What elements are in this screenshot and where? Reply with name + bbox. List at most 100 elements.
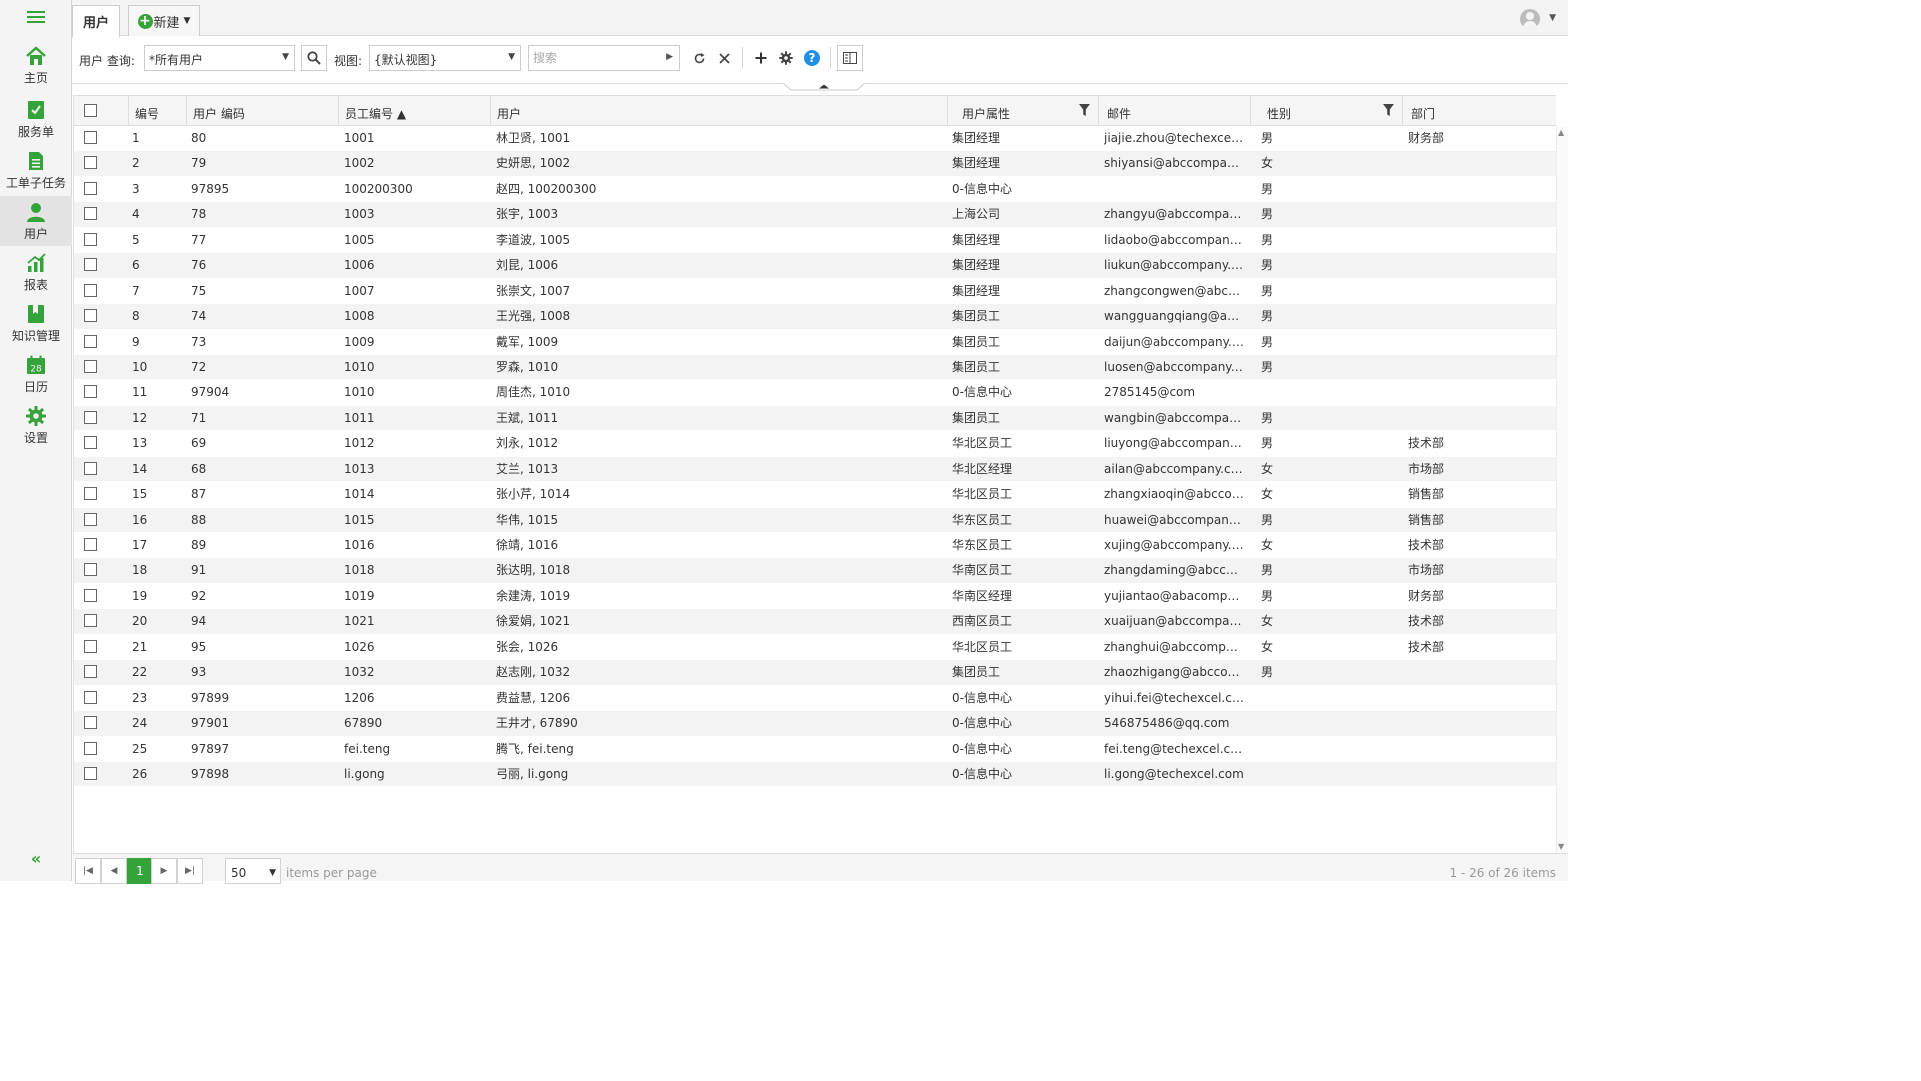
- column-header-gender[interactable]: 性别: [1250, 96, 1402, 126]
- row-checkbox[interactable]: [84, 436, 97, 450]
- column-header-user[interactable]: 用户: [490, 96, 947, 126]
- avatar[interactable]: [1520, 9, 1540, 29]
- table-row[interactable]: 6 76 1006 刘昆, 1006 集团经理 liukun@abccompany.com…: [74, 253, 1556, 279]
- table-row[interactable]: 14 68 1013 艾兰, 1013 华北区经理 ailan@abccompany.co…: [74, 456, 1556, 483]
- row-checkbox[interactable]: [84, 334, 97, 348]
- row-checkbox[interactable]: [84, 716, 97, 730]
- table-row[interactable]: 13 69 1012 刘永, 1012 华北区员工 liuyong@abccompany.…: [74, 431, 1556, 457]
- column-header-user-code[interactable]: 用户 编码: [186, 96, 338, 126]
- tab-users[interactable]: 用户: [72, 5, 120, 37]
- table-row[interactable]: 12 71 1011 王斌, 1011 集团员工 wangbin@abccompany..…: [74, 405, 1556, 432]
- column-header-user-attribute[interactable]: 用户属性: [947, 96, 1098, 126]
- row-checkbox[interactable]: [84, 283, 97, 297]
- hamburger-menu-icon[interactable]: [0, 0, 72, 34]
- row-checkbox[interactable]: [84, 741, 97, 755]
- table-row[interactable]: 2 79 1002 史妍思, 1002 集团经理 shiyansi@abccompany.…: [74, 151, 1556, 177]
- table-row[interactable]: 1 80 1001 林卫贤, 1001 集团经理 jiajie.zhou@techexce…: [74, 126, 1556, 152]
- filter-icon[interactable]: [1383, 104, 1394, 116]
- clear-button[interactable]: [711, 45, 737, 71]
- row-checkbox[interactable]: [84, 359, 97, 373]
- collapse-toolbar-handle-icon[interactable]: [783, 83, 865, 91]
- page-number-button[interactable]: 1: [127, 858, 153, 884]
- row-checkbox[interactable]: [84, 487, 97, 501]
- table-row[interactable]: 17 89 1016 徐靖, 1016 华东区员工 xujing@abccompany.c…: [74, 533, 1556, 559]
- collapse-sidebar-icon[interactable]: «: [27, 850, 45, 868]
- table-row[interactable]: 10 72 1010 罗森, 1010 集团员工 luosen@abccompany.c.…: [74, 354, 1556, 381]
- table-row[interactable]: 16 88 1015 华伟, 1015 华东区员工 huawei@abccompany.c…: [74, 507, 1556, 533]
- row-checkbox[interactable]: [84, 385, 97, 399]
- search-go-icon[interactable]: ▶: [666, 52, 673, 62]
- filter-icon[interactable]: [1079, 104, 1090, 116]
- table-row[interactable]: 22 93 1032 赵志刚, 1032 集团员工 zhaozhigang@abccom.…: [74, 660, 1556, 686]
- table-row[interactable]: 11 97904 1010 周佳杰, 1010 0-信息中心 2785145@com: [74, 380, 1556, 406]
- table-row[interactable]: 15 87 1014 张小芹, 1014 华北区员工 zhangxiaoqin@abcco…: [74, 482, 1556, 508]
- row-checkbox[interactable]: [84, 131, 97, 144]
- row-checkbox[interactable]: [84, 156, 97, 170]
- table-row[interactable]: 19 92 1019 余建涛, 1019 华南区经理 yujiantao@abacompa…: [74, 584, 1556, 610]
- row-checkbox[interactable]: [84, 665, 97, 679]
- avatar-dropdown-icon[interactable]: ▼: [1549, 13, 1556, 23]
- toggle-detail-panel-button[interactable]: [837, 45, 863, 71]
- row-checkbox[interactable]: [84, 588, 97, 602]
- refresh-button[interactable]: [686, 45, 712, 71]
- query-select[interactable]: *所有用户 ▼: [144, 45, 295, 71]
- sidebar-item-report[interactable]: 报表: [0, 247, 72, 297]
- scroll-up-icon[interactable]: ▲: [1558, 128, 1564, 137]
- first-page-button[interactable]: |◀: [75, 858, 101, 884]
- table-row[interactable]: 21 95 1026 张会, 1026 华北区员工 zhanghui@abccompan.…: [74, 635, 1556, 661]
- sidebar-item-service-order[interactable]: 服务单: [0, 94, 72, 144]
- row-checkbox[interactable]: [84, 512, 97, 526]
- table-row[interactable]: 18 91 1018 张达明, 1018 华南区员工 zhangdaming@abccom…: [74, 558, 1556, 584]
- table-row[interactable]: 8 74 1008 王光强, 1008 集团员工 wangguangqiang@abc..…: [74, 304, 1556, 330]
- row-checkbox[interactable]: [84, 614, 97, 628]
- add-user-button[interactable]: [748, 45, 774, 71]
- sidebar-item-calendar[interactable]: 28 日历: [0, 349, 72, 399]
- column-header-number[interactable]: 编号: [128, 96, 186, 126]
- table-row[interactable]: 7 75 1007 张崇文, 1007 集团经理 zhangcongwen@abcco..…: [74, 279, 1556, 305]
- row-checkbox[interactable]: [84, 410, 97, 424]
- sidebar-item-home[interactable]: 主页: [0, 40, 72, 90]
- table-row[interactable]: 23 97899 1206 费益慧, 1206 0-信息中心 yihui.fei@tech…: [74, 686, 1556, 712]
- sidebar-item-knowledge[interactable]: 知识管理: [0, 298, 72, 348]
- row-checkbox[interactable]: [84, 181, 97, 195]
- table-row[interactable]: 5 77 1005 李道波, 1005 集团经理 lidaobo@abccompany.c…: [74, 228, 1556, 254]
- column-header-employee-id[interactable]: 员工编号 ▲: [338, 96, 490, 126]
- table-row[interactable]: 24 97901 67890 王井才, 67890 0-信息中心 546875486@qq…: [74, 711, 1556, 737]
- column-header-email[interactable]: 邮件: [1098, 96, 1250, 126]
- row-checkbox[interactable]: [84, 207, 97, 221]
- row-checkbox[interactable]: [84, 639, 97, 653]
- new-button[interactable]: + 新建 ▼: [128, 5, 200, 36]
- table-row[interactable]: 4 78 1003 张宇, 1003 上海公司 zhangyu@abccompany...…: [74, 202, 1556, 228]
- table-row[interactable]: 3 97895 100200300 赵四, 100200300 0-信息中心 男: [74, 177, 1556, 203]
- scroll-down-icon[interactable]: ▼: [1558, 842, 1564, 851]
- sidebar-item-user[interactable]: 用户: [0, 196, 72, 246]
- table-row[interactable]: 25 97897 fei.teng 腾飞, fei.teng 0-信息中心 fei.ten…: [74, 737, 1556, 762]
- row-checkbox[interactable]: [84, 766, 97, 780]
- column-header-department[interactable]: 部门: [1402, 96, 1556, 126]
- help-button[interactable]: ?: [799, 45, 825, 71]
- last-page-button[interactable]: ▶|: [177, 858, 203, 884]
- view-select[interactable]: {默认视图} ▼: [369, 45, 521, 71]
- row-checkbox[interactable]: [84, 538, 97, 551]
- search-button[interactable]: [301, 45, 327, 71]
- sidebar-item-subtask[interactable]: 工单子任务: [0, 145, 72, 195]
- next-page-button[interactable]: ▶: [151, 858, 177, 884]
- table-row[interactable]: 9 73 1009 戴军, 1009 集团员工 daijun@abccompany.com…: [74, 330, 1556, 355]
- sidebar-item-settings[interactable]: 设置: [0, 400, 72, 450]
- row-checkbox[interactable]: [84, 563, 97, 577]
- settings-button[interactable]: [773, 45, 799, 71]
- cell-select: [84, 202, 104, 227]
- row-checkbox[interactable]: [84, 309, 97, 323]
- table-row[interactable]: 26 97898 li.gong 弓丽, li.gong 0-信息中心 li.gong@t…: [74, 761, 1556, 788]
- prev-page-button[interactable]: ◀: [101, 858, 127, 884]
- vertical-scrollbar[interactable]: ▲ ▼: [1556, 126, 1568, 853]
- row-checkbox[interactable]: [84, 258, 97, 272]
- page-size-select[interactable]: 50 ▼: [225, 858, 281, 884]
- sidebar-item-label: 设置: [23, 431, 48, 445]
- row-checkbox[interactable]: [84, 461, 97, 475]
- table-row[interactable]: 20 94 1021 徐爱娟, 1021 西南区员工 xuaijuan@abccompan…: [74, 609, 1556, 635]
- row-checkbox[interactable]: [84, 690, 97, 704]
- row-checkbox[interactable]: [84, 232, 97, 246]
- select-all-checkbox[interactable]: [84, 104, 97, 117]
- search-input[interactable]: [529, 46, 655, 70]
